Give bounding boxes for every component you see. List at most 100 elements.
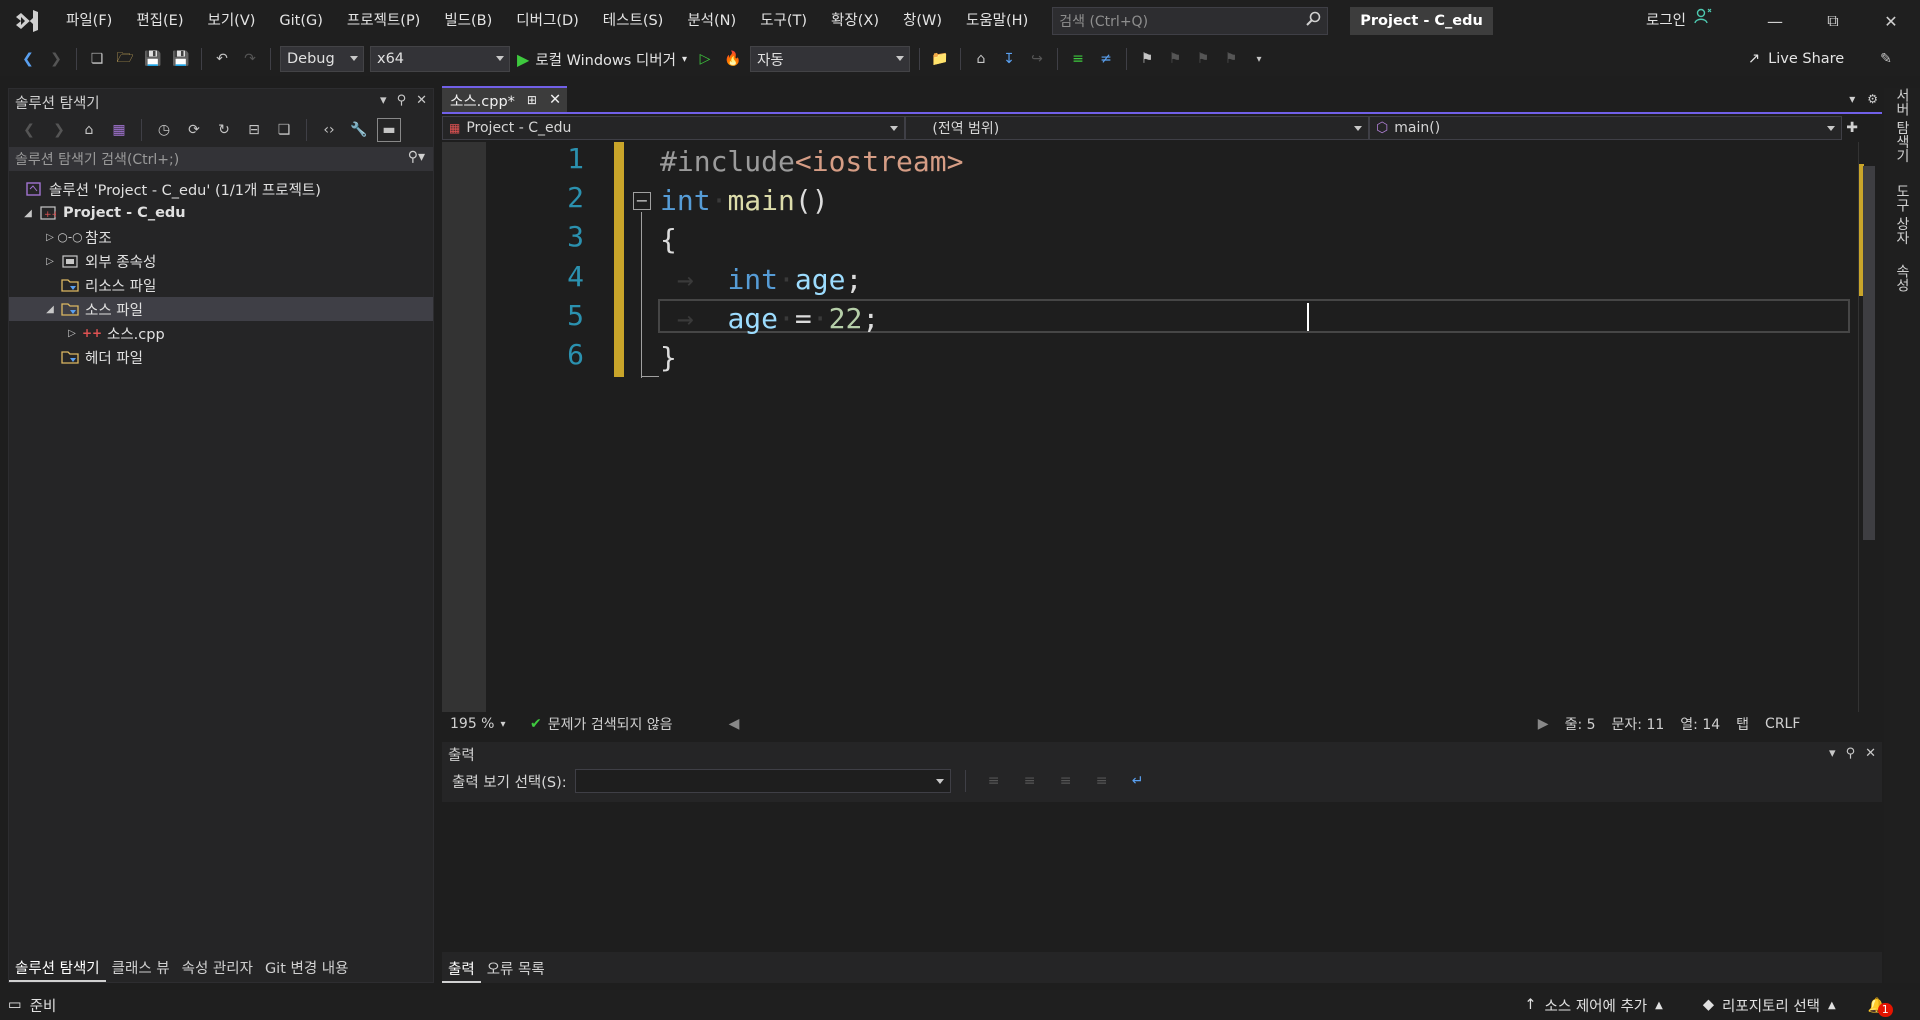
tab-error-list[interactable]: 오류 목록 xyxy=(481,959,551,983)
indicator-margin[interactable] xyxy=(442,142,486,712)
word-wrap-icon[interactable]: ↵ xyxy=(1126,769,1150,793)
tab-toolbox[interactable]: 도구 상자 xyxy=(1892,184,1912,244)
window-options-icon[interactable]: ▾ xyxy=(380,93,387,108)
show-all-files-icon[interactable]: ❏ xyxy=(272,118,296,142)
settings-gear-icon[interactable]: ⚙ xyxy=(1867,92,1878,106)
menu-window[interactable]: 창(W) xyxy=(891,0,954,42)
menu-git[interactable]: Git(G) xyxy=(267,0,335,42)
collapsed-arrow-icon[interactable]: ▷ xyxy=(43,230,57,244)
menu-debug[interactable]: 디버그(D) xyxy=(504,0,591,42)
stack-frame-select[interactable]: 자동 xyxy=(750,46,910,72)
menu-extensions[interactable]: 확장(X) xyxy=(819,0,891,42)
new-project-icon[interactable]: ❏ xyxy=(85,47,109,71)
tab-class-view[interactable]: 클래스 뷰 xyxy=(106,958,176,982)
tree-item-references[interactable]: ▷ ○-○ 참조 xyxy=(9,225,433,249)
window-options-icon[interactable]: ▾ xyxy=(1829,746,1836,761)
restore-button[interactable]: ⧉ xyxy=(1804,0,1862,42)
login-button[interactable]: 로그인 xyxy=(1646,0,1712,42)
tab-output[interactable]: 출력 xyxy=(442,959,481,983)
uncomment-icon[interactable]: ≠ xyxy=(1094,47,1118,71)
hot-reload-icon[interactable]: 🔥 xyxy=(721,47,745,71)
home-icon[interactable]: ⌂ xyxy=(77,118,101,142)
tab-properties[interactable]: 속성 xyxy=(1892,264,1912,292)
minimize-button[interactable]: — xyxy=(1746,0,1804,42)
tab-server-explorer[interactable]: 서버 탐색기 xyxy=(1892,88,1912,162)
save-icon[interactable]: 💾 xyxy=(141,47,165,71)
next-message-icon[interactable]: ≡ xyxy=(1054,769,1078,793)
visual-studio-logo-icon[interactable] xyxy=(0,0,54,42)
select-repository-button[interactable]: ◆ 리포지토리 선택 ▲ xyxy=(1703,995,1836,1016)
collapse-region-toggle[interactable]: − xyxy=(633,192,651,210)
switch-views-icon[interactable]: ▦ xyxy=(107,118,131,142)
menu-tools[interactable]: 도구(T) xyxy=(748,0,819,42)
pin-tab-icon[interactable]: ⊞ xyxy=(527,93,537,107)
menu-help[interactable]: 도움말(H) xyxy=(954,0,1040,42)
menu-test[interactable]: 테스트(S) xyxy=(591,0,676,42)
sync-icon[interactable]: ⟳ xyxy=(182,118,206,142)
char-indicator[interactable]: 문자: 11 xyxy=(1604,712,1673,736)
start-debugging-button[interactable]: ▶ 로컬 Windows 디버거 ▾ xyxy=(517,49,687,70)
menu-build[interactable]: 빌드(B) xyxy=(432,0,504,42)
bookmark-icon[interactable]: ⚑ xyxy=(1135,47,1159,71)
menu-file[interactable]: 파일(F) xyxy=(54,0,124,42)
solution-platform-select[interactable]: x64 xyxy=(370,46,510,72)
open-folder-icon[interactable]: 🗁 xyxy=(113,47,137,71)
code-line-5[interactable]: → age·=·22; xyxy=(660,299,879,338)
line-ending-indicator[interactable]: CRLF xyxy=(1757,712,1808,736)
save-all-icon[interactable]: 💾 xyxy=(169,47,193,71)
menu-view[interactable]: 보기(V) xyxy=(196,0,268,42)
code-line-1[interactable]: #include<iostream> xyxy=(660,142,963,181)
step-into-icon[interactable]: ↧ xyxy=(997,47,1021,71)
view-code-icon[interactable]: ‹› xyxy=(317,118,341,142)
preview-selected-items-icon[interactable]: ▬ xyxy=(377,118,401,142)
collapsed-arrow-icon[interactable]: ▷ xyxy=(43,254,57,268)
code-line-6[interactable]: } xyxy=(660,338,677,377)
undo-icon[interactable]: ↶ xyxy=(210,47,234,71)
solution-explorer-search-input[interactable]: 솔루션 탐색기 검색(Ctrl+;) ⚲▾ xyxy=(9,147,433,171)
feedback-icon[interactable]: ✎ xyxy=(1874,47,1898,71)
tab-source-cpp[interactable]: 소스.cpp* ⊞ ✕ xyxy=(442,86,568,112)
expanded-arrow-icon[interactable]: ◢ xyxy=(43,302,57,316)
forward-icon[interactable]: ❯ xyxy=(47,118,71,142)
tree-item-external-dependencies[interactable]: ▷ 외부 종속성 xyxy=(9,249,433,273)
comment-out-icon[interactable]: ≡ xyxy=(1066,47,1090,71)
issues-indicator[interactable]: ✔ 문제가 검색되지 않음 xyxy=(522,712,681,736)
expanded-arrow-icon[interactable]: ◢ xyxy=(21,206,35,220)
scope-dropdown[interactable]: (전역 범위) xyxy=(905,116,1370,140)
tab-property-manager[interactable]: 속성 관리자 xyxy=(176,958,259,982)
previous-message-icon[interactable]: ≡ xyxy=(1018,769,1042,793)
pin-icon[interactable]: ⚲ xyxy=(1846,746,1856,761)
live-share-button[interactable]: ↗ Live Share xyxy=(1748,42,1844,76)
clear-all-icon[interactable]: ≡ xyxy=(1090,769,1114,793)
output-source-select[interactable] xyxy=(574,769,951,793)
previous-bookmark-icon[interactable]: ⚑ xyxy=(1163,47,1187,71)
line-indicator[interactable]: 줄: 5 xyxy=(1557,712,1604,736)
menu-edit[interactable]: 편집(E) xyxy=(124,0,195,42)
horizontal-scrollbar[interactable]: ◀ ▶ xyxy=(721,712,1557,736)
menu-analyze[interactable]: 분석(N) xyxy=(675,0,748,42)
tab-git-changes[interactable]: Git 변경 내용 xyxy=(259,958,355,982)
next-bookmark-icon[interactable]: ⚑ xyxy=(1191,47,1215,71)
redo-icon[interactable]: ↷ xyxy=(238,47,262,71)
pending-changes-filter-icon[interactable]: ◷ xyxy=(152,118,176,142)
notifications-button[interactable]: 🔔 1 xyxy=(1868,997,1893,1017)
tree-item-resource-files[interactable]: 리소스 파일 xyxy=(9,273,433,297)
navigate-back-icon[interactable]: ❮ xyxy=(16,47,40,71)
application-insights-icon[interactable]: ⌂ xyxy=(969,47,993,71)
navigate-forward-icon[interactable]: ❯ xyxy=(44,47,68,71)
member-dropdown[interactable]: ⬡ main() xyxy=(1369,116,1843,140)
code-editor[interactable]: 1 2 3 4 5 6 − #include<iostream> int·mai… xyxy=(442,142,1858,712)
scrollbar-thumb[interactable] xyxy=(1863,166,1875,540)
column-indicator[interactable]: 열: 14 xyxy=(1672,712,1728,736)
properties-icon[interactable]: 🔧 xyxy=(347,118,371,142)
start-without-debugging-icon[interactable]: ▷ xyxy=(693,47,717,71)
indent-indicator[interactable]: 탭 xyxy=(1728,712,1757,736)
project-dropdown[interactable]: ▦ Project - C_edu xyxy=(442,116,906,140)
tab-solution-explorer[interactable]: 솔루션 탐색기 xyxy=(9,958,106,982)
output-text-area[interactable] xyxy=(442,802,1882,952)
toolbar-options-icon[interactable]: ▾ xyxy=(1247,47,1271,71)
tree-item-source-files[interactable]: ◢ 소스 파일 xyxy=(9,297,433,321)
collapse-all-icon[interactable]: ⊟ xyxy=(242,118,266,142)
clear-bookmarks-icon[interactable]: ⚑ xyxy=(1219,47,1243,71)
add-to-source-control-button[interactable]: ↑ 소스 제어에 추가 ▲ xyxy=(1524,995,1662,1016)
